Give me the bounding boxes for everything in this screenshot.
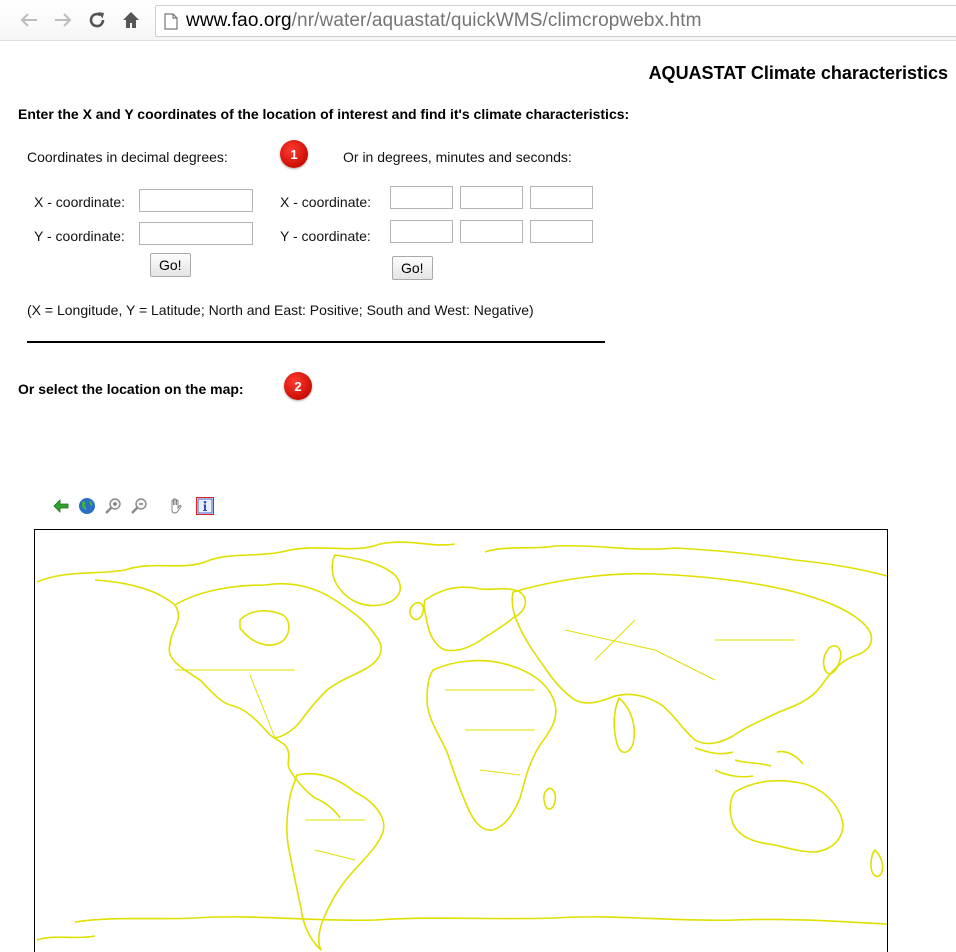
- india: [613, 697, 635, 754]
- british-isles: [409, 602, 425, 621]
- forward-icon[interactable]: [52, 7, 74, 33]
- globe-icon[interactable]: [78, 497, 96, 515]
- intro-text: Enter the X and Y coordinates of the loc…: [18, 106, 630, 122]
- greenland: [331, 554, 401, 607]
- north-america-coast-east: [174, 582, 382, 739]
- x-minutes-input[interactable]: [460, 186, 523, 209]
- url-text: www.fao.org/nr/water/aquastat/quickWMS/c…: [186, 10, 702, 32]
- go-dms-button[interactable]: Go!: [392, 256, 433, 280]
- dms-heading: Or in degrees, minutes and seconds:: [343, 149, 572, 165]
- divider: [27, 341, 605, 343]
- australia: [729, 779, 844, 853]
- antarctica: [74, 916, 887, 925]
- europe: [423, 586, 527, 652]
- y-coordinate-label: Y - coordinate:: [34, 228, 125, 244]
- address-bar[interactable]: www.fao.org/nr/water/aquastat/quickWMS/c…: [155, 5, 956, 37]
- asia: [511, 572, 873, 745]
- info-icon[interactable]: [196, 497, 214, 515]
- hudson-bay: [239, 610, 290, 646]
- x-decimal-input[interactable]: [139, 189, 253, 212]
- x-degrees-input[interactable]: [390, 186, 453, 209]
- reload-icon[interactable]: [86, 7, 108, 33]
- page-icon: [164, 12, 178, 30]
- zoom-out-icon[interactable]: [130, 497, 148, 515]
- x-coordinate-label-dms: X - coordinate:: [280, 194, 372, 210]
- url-host: www.fao.org: [186, 10, 292, 31]
- home-icon[interactable]: [120, 7, 142, 33]
- south-america: [286, 772, 385, 951]
- back-icon[interactable]: [18, 7, 40, 33]
- back-arrow-icon[interactable]: [52, 497, 70, 515]
- coordinate-note: (X = Longitude, Y = Latitude; North and …: [27, 302, 534, 318]
- decimal-heading: Coordinates in decimal degrees:: [27, 149, 228, 165]
- world-map[interactable]: [34, 529, 888, 952]
- step-1-badge: 1: [280, 140, 308, 168]
- new-zealand: [870, 849, 884, 878]
- zoom-in-icon[interactable]: [104, 497, 122, 515]
- madagascar: [543, 787, 557, 810]
- y-coordinate-label-dms: Y - coordinate:: [280, 228, 371, 244]
- y-minutes-input[interactable]: [460, 220, 523, 243]
- pan-hand-icon[interactable]: [167, 497, 185, 515]
- url-path: /nr/water/aquastat/quickWMS/climcropwebx…: [291, 10, 702, 31]
- go-decimal-button[interactable]: Go!: [150, 253, 191, 277]
- coastlines: [36, 541, 887, 951]
- page-title: AQUASTAT Climate characteristics: [648, 63, 948, 83]
- x-coordinate-label: X - coordinate:: [34, 194, 126, 210]
- y-seconds-input[interactable]: [530, 220, 593, 243]
- japan: [822, 645, 842, 675]
- y-degrees-input[interactable]: [390, 220, 453, 243]
- north-america-coast-west: [94, 579, 341, 819]
- y-decimal-input[interactable]: [139, 222, 253, 245]
- x-seconds-input[interactable]: [530, 186, 593, 209]
- africa: [426, 659, 557, 831]
- map-prompt: Or select the location on the map:: [18, 381, 244, 397]
- step-2-badge: 2: [284, 372, 312, 400]
